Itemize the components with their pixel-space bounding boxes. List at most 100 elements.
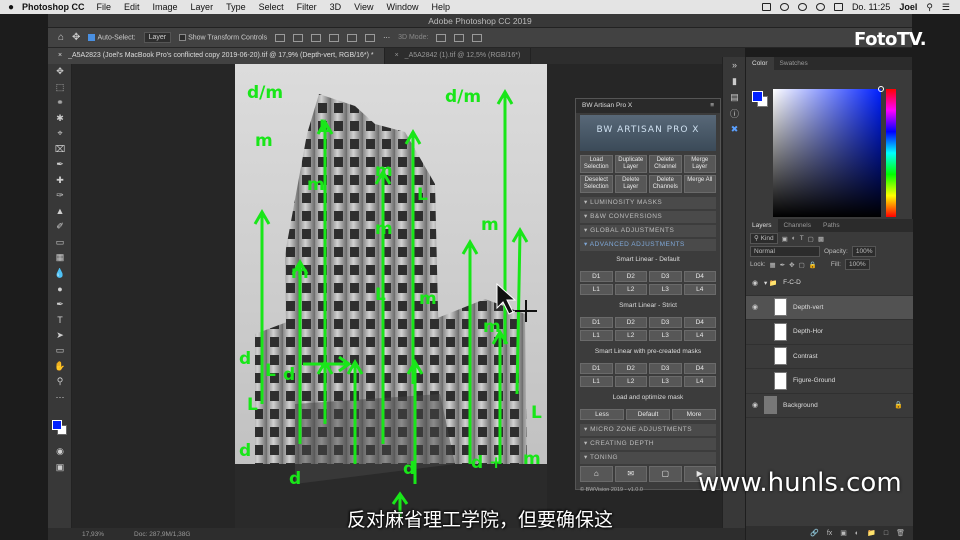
stamp-tool[interactable]: ▲ [48,204,72,220]
foreground-color-swatch[interactable] [752,91,763,102]
d3-button[interactable]: D3 [649,271,682,282]
d2-button[interactable]: D2 [614,271,647,282]
more-options-icon[interactable]: ⋯ [383,34,390,42]
l4-button[interactable]: L4 [683,284,716,295]
lock-pixels-icon[interactable]: ▦ [770,261,776,269]
delete-channels-button[interactable]: Delete Channels [649,175,682,193]
menu-image[interactable]: Image [153,2,178,12]
d1-button[interactable]: D1 [580,317,613,328]
menu-select[interactable]: Select [259,2,284,12]
airplay-icon[interactable] [761,3,771,11]
filter-type-icon[interactable]: T [800,235,804,242]
section-micro-zone[interactable]: ▾ MICRO ZONE ADJUSTMENTS [580,424,716,436]
d3-button[interactable]: D3 [649,317,682,328]
section-creating-depth[interactable]: ▾ CREATING DEPTH [580,438,716,450]
d2-button[interactable]: D2 [614,317,647,328]
less-button[interactable]: Less [580,409,624,420]
lock-all-icon[interactable]: 🔒 [809,261,817,269]
bw-artisan-icon[interactable]: ✖ [723,121,746,137]
3d-pan-icon[interactable] [472,33,483,42]
shape-tool[interactable]: ▭ [48,343,72,359]
auto-select-checkbox[interactable]: Auto-Select: [88,33,136,41]
l3-button[interactable]: L3 [649,284,682,295]
align-top-icon[interactable] [275,33,286,42]
sync-icon[interactable] [797,3,807,11]
lock-position-icon[interactable]: ✥ [789,261,794,269]
menubar-clock[interactable]: Do. 11:25 [852,2,890,12]
align-center-icon[interactable] [347,33,358,42]
d4-button[interactable]: D4 [683,363,716,374]
merge-layer-button[interactable]: Merge Layer [683,155,716,173]
move-tool-icon[interactable]: ✥ [72,32,80,43]
layer-mask-thumbnail[interactable] [774,322,787,341]
menubar-user[interactable]: Joel [899,2,917,12]
eye-icon[interactable]: ◉ [746,303,764,311]
menu-help[interactable]: Help [431,2,450,12]
document-canvas[interactable]: d/m d/m m L m m L m m L L d L m m m L d … [235,64,547,528]
l2-button[interactable]: L2 [614,376,647,387]
home-icon[interactable]: ⌂ [580,466,613,482]
path-select-tool[interactable]: ➤ [48,328,72,344]
delete-layer-button[interactable]: Delete Layer [614,175,647,193]
default-button[interactable]: Default [626,409,670,420]
load-selection-button[interactable]: Load Selection [580,155,613,173]
blend-mode-dropdown[interactable]: Normal [750,246,820,257]
blur-tool[interactable]: 💧 [48,266,72,282]
menu-window[interactable]: Window [386,2,418,12]
apple-icon[interactable]: ● [0,2,22,13]
history-brush-tool[interactable]: ✐ [48,219,72,235]
eye-icon[interactable]: ◉ [746,401,764,409]
foreground-color-swatch[interactable] [52,420,62,430]
gradient-tool[interactable]: ▦ [48,250,72,266]
filter-pixel-icon[interactable]: ▣ [782,235,788,243]
align-bottom-icon[interactable] [311,33,322,42]
transform-controls-checkbox[interactable]: Show Transform Controls [179,33,267,41]
marquee-tool[interactable]: ⬚ [48,80,72,96]
filter-smart-icon[interactable]: ▩ [818,235,824,243]
duplicate-layer-button[interactable]: Duplicate Layer [614,155,647,173]
fill-input[interactable]: 100% [844,259,870,270]
edit-toolbar-tool[interactable]: ⋯ [48,390,72,406]
close-icon[interactable]: × [395,52,399,59]
tab-paths[interactable]: Paths [817,219,846,232]
section-luminosity-masks[interactable]: ▾ LUMINOSITY MASKS [580,197,716,209]
tab-color[interactable]: Color [746,57,774,70]
l2-button[interactable]: L2 [614,330,647,341]
brush-tool[interactable]: ✑ [48,188,72,204]
l2-button[interactable]: L2 [614,284,647,295]
menu-file[interactable]: File [97,2,112,12]
l4-button[interactable]: L4 [683,330,716,341]
d4-button[interactable]: D4 [683,317,716,328]
layer-row[interactable]: Contrast [746,345,913,369]
record-icon[interactable] [779,3,789,11]
panel-menu-icon[interactable]: ≡ [710,99,714,113]
delete-channel-button[interactable]: Delete Channel [649,155,682,173]
filter-adjustment-icon[interactable]: ◐ [792,235,796,242]
tab-swatches[interactable]: Swatches [774,57,814,70]
history-icon[interactable]: ▤ [723,89,746,105]
menu-layer[interactable]: Layer [191,2,214,12]
l1-button[interactable]: L1 [580,330,613,341]
l4-button[interactable]: L4 [683,376,716,387]
menu-type[interactable]: Type [226,2,246,12]
layer-thumbnail[interactable] [764,396,777,415]
l3-button[interactable]: L3 [649,330,682,341]
type-tool[interactable]: T [48,312,72,328]
l1-button[interactable]: L1 [580,284,613,295]
screen-mode-tool[interactable]: ▣ [48,460,72,476]
document-tab[interactable]: × _A5A2842 (1).tif @ 12,5% (RGB/16*) [385,48,532,64]
home-icon[interactable]: ⌂ [58,32,64,43]
opacity-input[interactable]: 100% [851,246,877,257]
layer-group[interactable]: ◉ ▾ 📁 F-C-D [746,271,913,296]
quick-mask-tool[interactable]: ◉ [48,444,72,460]
l3-button[interactable]: L3 [649,376,682,387]
book-icon[interactable]: ▢ [649,466,682,482]
pen-tool[interactable]: ✒ [48,297,72,313]
menu-edit[interactable]: Edit [124,2,140,12]
color-picker-handle[interactable] [878,86,884,92]
d4-button[interactable]: D4 [683,271,716,282]
lock-artboard-icon[interactable]: ▢ [799,261,805,269]
layer-row[interactable]: Depth-Hor [746,320,913,345]
lasso-tool[interactable]: ⚭ [48,95,72,111]
quick-select-tool[interactable]: ✱ [48,111,72,127]
